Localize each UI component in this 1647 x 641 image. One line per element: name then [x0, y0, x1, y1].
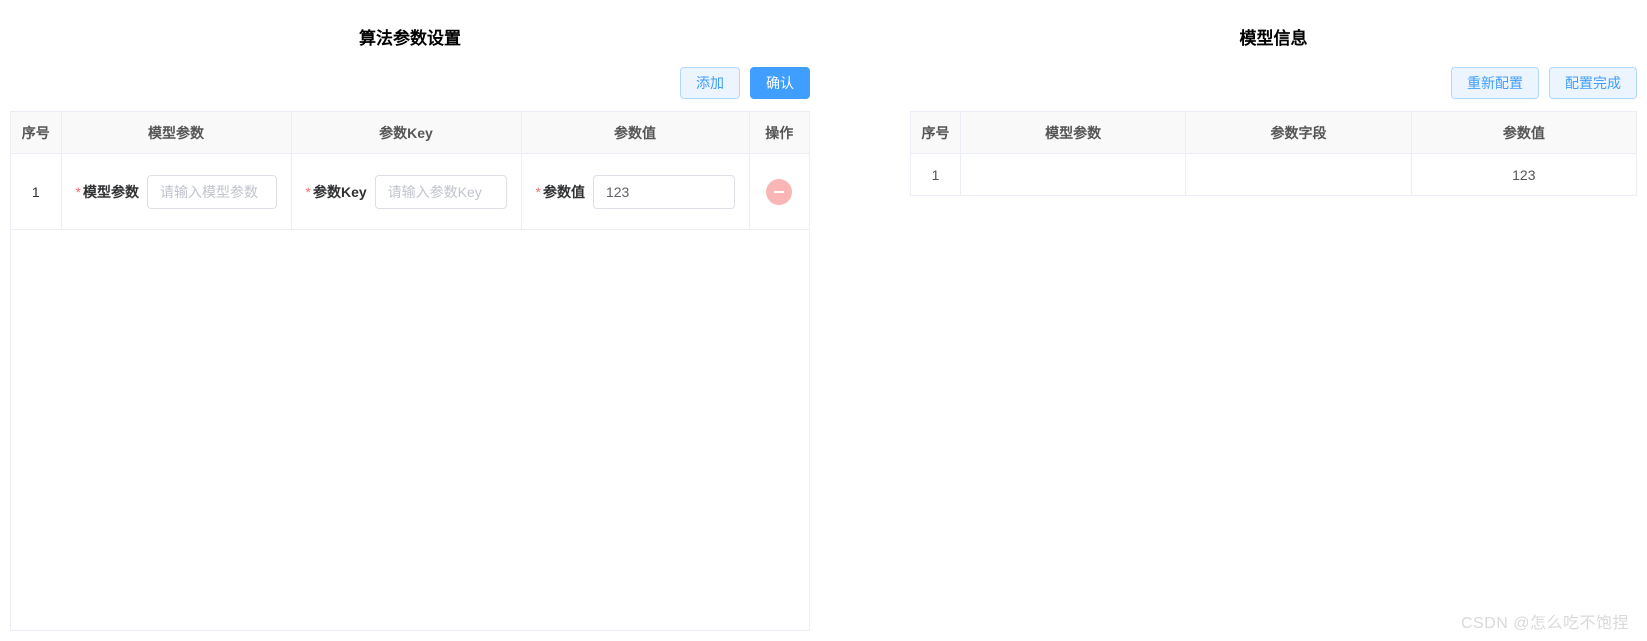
col-seq: 序号	[911, 112, 961, 154]
cell-seq: 1	[11, 154, 61, 230]
right-panel-title: 模型信息	[910, 10, 1637, 59]
left-button-row: 添加 确认	[10, 59, 810, 111]
add-button[interactable]: 添加	[680, 67, 740, 99]
col-seq: 序号	[11, 112, 61, 154]
model-param-label: *模型参数	[76, 182, 139, 202]
config-done-button[interactable]: 配置完成	[1549, 67, 1637, 99]
col-op: 操作	[749, 112, 809, 154]
remove-row-button[interactable]	[766, 179, 792, 205]
left-panel-title: 算法参数设置	[10, 10, 810, 59]
model-info-table: 序号 模型参数 参数字段 参数值 1 123	[910, 111, 1637, 196]
watermark: CSDN @怎么吃不饱捏	[1461, 609, 1629, 633]
cell-model-param	[961, 154, 1186, 196]
model-info-panel: 模型信息 重新配置 配置完成 序号 模型参数 参数字段 参数值 1	[910, 10, 1637, 631]
right-button-row: 重新配置 配置完成	[910, 59, 1637, 111]
table-row: 1 123	[911, 154, 1637, 196]
table-row: 1 *模型参数 *参数Key	[11, 154, 809, 230]
col-param-key: 参数Key	[291, 112, 521, 154]
col-param-value: 参数值	[521, 112, 749, 154]
param-key-label: *参数Key	[306, 182, 367, 202]
cell-param-value: 123	[1411, 154, 1636, 196]
params-table: 序号 模型参数 参数Key 参数值 操作 1 *模型参数	[11, 111, 809, 230]
param-value-label: *参数值	[536, 182, 585, 202]
model-param-input[interactable]	[147, 175, 277, 209]
minus-icon	[773, 186, 785, 198]
algorithm-params-panel: 算法参数设置 添加 确认 序号 模型参数 参数Key 参数值 操作	[10, 10, 810, 631]
param-value-input[interactable]	[593, 175, 735, 209]
col-param-field: 参数字段	[1186, 112, 1411, 154]
param-key-input[interactable]	[375, 175, 507, 209]
confirm-button[interactable]: 确认	[750, 67, 810, 99]
cell-param-field	[1186, 154, 1411, 196]
col-model-param: 模型参数	[61, 112, 291, 154]
cell-seq: 1	[911, 154, 961, 196]
reconfig-button[interactable]: 重新配置	[1451, 67, 1539, 99]
col-param-value: 参数值	[1411, 112, 1636, 154]
col-model-param: 模型参数	[961, 112, 1186, 154]
